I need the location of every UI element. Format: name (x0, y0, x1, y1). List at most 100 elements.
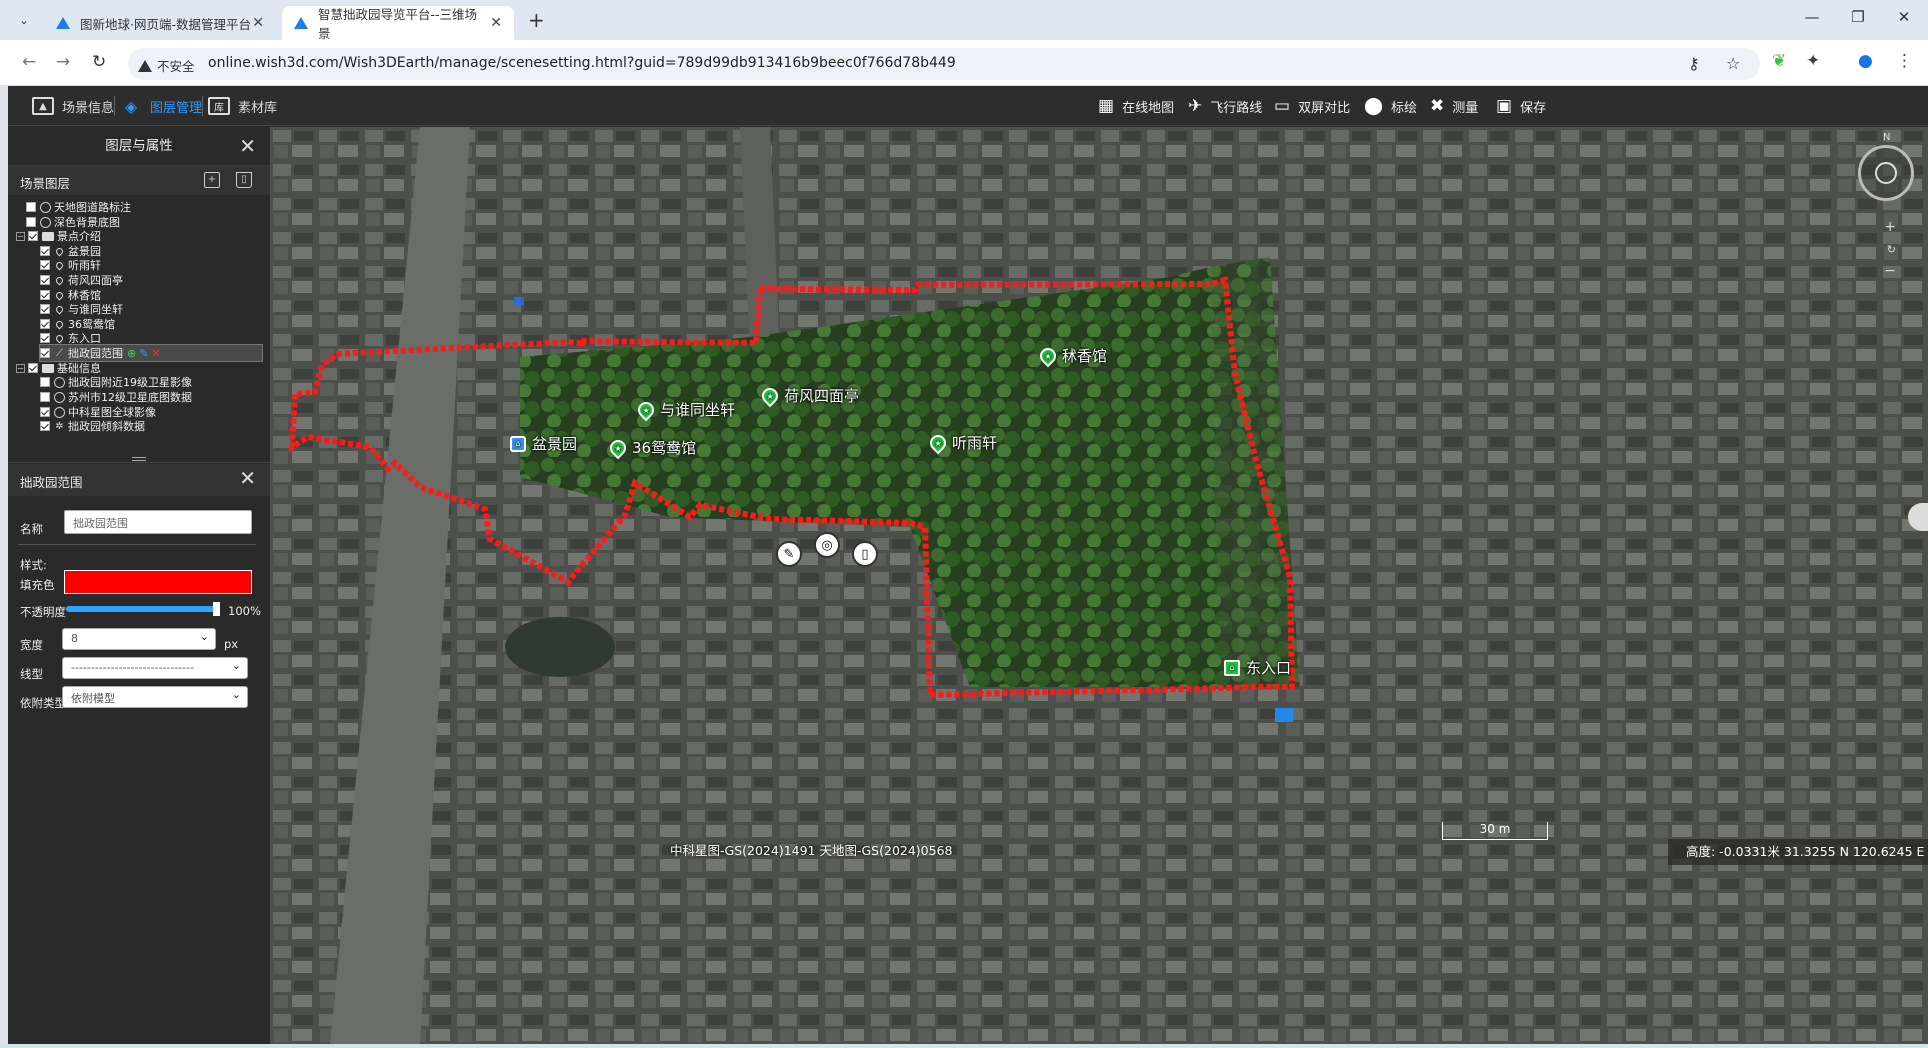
menu-layer-management[interactable]: ◈ 图层管理 (120, 86, 202, 126)
tree-item-label: 天地图道路标注 (54, 201, 131, 214)
menu-material-library[interactable]: 库 素材库 (208, 86, 277, 126)
layer-checkbox[interactable] (40, 275, 50, 285)
tool-online-map[interactable]: ▦ 在线地图 (1098, 86, 1174, 126)
attach-type-select[interactable]: 依附模型 ⌄ (62, 686, 248, 708)
layer-checkbox[interactable] (28, 363, 38, 373)
layer-checkbox[interactable] (40, 407, 50, 417)
slider-thumb[interactable] (213, 602, 220, 616)
extensions-puzzle-icon[interactable]: ✦ (1806, 51, 1820, 71)
add-folder-icon[interactable]: + (204, 172, 220, 188)
attach-type-value: 依附模型 (71, 692, 115, 705)
tab-close-icon[interactable]: ✕ (252, 15, 264, 31)
tree-item[interactable]: 苏州市12级卫星底图数据 (40, 389, 192, 405)
tree-item-label: 听雨轩 (68, 259, 101, 272)
tool-label: 在线地图 (1122, 100, 1175, 116)
tool-flight-route[interactable]: ✈ 飞行路线 (1188, 86, 1262, 126)
width-select[interactable]: 8 ⌄ (62, 628, 216, 650)
collapse-toggle[interactable]: − (16, 363, 25, 373)
poi-marker[interactable]: ⌂ 盆景园 (510, 433, 577, 454)
zoom-out-button[interactable]: − (1884, 263, 1896, 279)
menu-scene-info[interactable]: ▲ 场景信息 (32, 86, 114, 126)
layer-checkbox[interactable] (40, 319, 50, 329)
hide-shape-icon[interactable]: ◎ (814, 532, 840, 558)
opacity-slider[interactable] (66, 602, 220, 616)
tab-data-platform[interactable]: 图新地球·网页端-数据管理平台 ✕ (44, 6, 276, 40)
locate-icon[interactable]: ⊕ (127, 347, 136, 360)
tool-dual-screen[interactable]: ▭ 双屏对比 (1274, 86, 1350, 126)
layer-checkbox[interactable] (40, 304, 50, 314)
tool-plot[interactable]: ⬤ 标绘 (1364, 86, 1417, 126)
browser-menu-icon[interactable]: ⋮ (1896, 51, 1913, 71)
layer-checkbox[interactable] (26, 202, 36, 212)
building-marker-icon: ⌂ (510, 435, 526, 452)
properties-header: 拙政园范围 ✕ (8, 464, 270, 496)
delete-x-icon[interactable]: ✕ (151, 347, 160, 360)
edit-shape-icon[interactable]: ✎ (776, 541, 802, 567)
password-key-icon[interactable]: ⚷ (1688, 54, 1700, 73)
site-favicon-icon (294, 17, 308, 29)
tree-item-selected[interactable]: ⟋ 拙政园范围 ⊕ ✎ ✕ (39, 344, 263, 362)
tree-item[interactable]: 荷风四面亭 (40, 272, 123, 288)
layer-checkbox[interactable] (40, 290, 50, 300)
tree-item[interactable]: 拙政园附近19级卫星影像 (40, 374, 192, 390)
fill-color-swatch[interactable] (64, 570, 252, 594)
compass-control[interactable]: N (1858, 132, 1914, 201)
back-icon[interactable]: ← (22, 52, 36, 72)
tree-item[interactable]: ✲ 拙政园倾斜数据 (40, 418, 145, 434)
extension-leaf-icon[interactable]: ❦ (1772, 51, 1786, 71)
poi-marker[interactable]: ★ 听雨轩 (926, 431, 997, 454)
panel-close-icon[interactable]: ✕ (239, 127, 256, 165)
restore-button[interactable]: ❐ (1838, 8, 1878, 26)
security-indicator[interactable]: 不安全 (138, 56, 195, 75)
tool-label: 双屏对比 (1298, 100, 1351, 116)
tab-search-button[interactable]: ⌄ (14, 10, 34, 30)
bookmark-star-icon[interactable]: ☆ (1726, 54, 1740, 73)
browser-toolbar: ← → ↻ 不安全 online.wish3d.com/Wish3DEarth/… (0, 40, 1928, 86)
side-expand-tab[interactable] (1908, 503, 1928, 531)
layer-checkbox[interactable] (40, 392, 50, 402)
profile-avatar-icon[interactable]: ● (1858, 51, 1873, 71)
poi-marker[interactable]: ⌂ 东入口 (1224, 657, 1291, 678)
layer-checkbox[interactable] (40, 377, 50, 387)
map-viewport[interactable]: ★ 秫香馆 ★ 荷风四面亭 ★ 与谁同坐轩 ★ 听雨轩 ★ 36鸳鸯馆 ⌂ 盆景园 ⌂ 东入口… (270, 127, 1928, 1044)
layer-checkbox[interactable] (28, 231, 38, 241)
new-tab-button[interactable]: + (528, 8, 545, 32)
layer-checkbox[interactable] (26, 217, 36, 227)
layer-checkbox[interactable] (40, 333, 50, 343)
tab-scene-platform[interactable]: 智慧拙政园导览平台--三维场景 ✕ (282, 6, 514, 41)
name-input[interactable]: 拙政园范围 (64, 510, 252, 534)
tree-item[interactable]: 东入口 (40, 330, 101, 346)
layer-checkbox[interactable] (40, 421, 50, 431)
collapse-toggle[interactable]: − (16, 231, 25, 241)
poi-marker[interactable]: ★ 秫香馆 (1036, 344, 1107, 367)
poi-marker[interactable]: ★ 与谁同坐轩 (634, 398, 735, 421)
tool-save[interactable]: ▣ 保存 (1496, 86, 1546, 126)
edit-pencil-icon[interactable]: ✎ (139, 347, 148, 360)
tab-close-icon[interactable]: ✕ (490, 15, 502, 31)
opacity-value: 100% (228, 604, 261, 618)
tree-item[interactable]: 与谁同坐轩 (40, 301, 123, 317)
tree-folder[interactable]: − 景点介绍 (16, 228, 101, 244)
layer-checkbox[interactable] (40, 348, 50, 358)
poi-marker[interactable]: ★ 荷风四面亭 (758, 384, 859, 407)
window-close-button[interactable]: ✕ (1884, 8, 1924, 26)
tool-measure[interactable]: ✖ 测量 (1430, 86, 1478, 126)
tree-item[interactable]: 天地图道路标注 (26, 199, 131, 215)
url-text[interactable]: online.wish3d.com/Wish3DEarth/manage/sce… (208, 55, 956, 71)
minimize-button[interactable]: — (1792, 8, 1832, 26)
compass-center-icon (1875, 162, 1897, 184)
reload-icon[interactable]: ↻ (92, 52, 106, 72)
tree-item[interactable]: 听雨轩 (40, 257, 101, 273)
zoom-in-button[interactable]: + (1884, 219, 1896, 235)
layer-checkbox[interactable] (40, 246, 50, 256)
forward-icon[interactable]: → (56, 52, 70, 72)
poi-marker[interactable]: ★ 36鸳鸯馆 (606, 436, 696, 459)
reset-view-button[interactable]: ↻ (1887, 243, 1896, 256)
panel-splitter[interactable] (8, 455, 270, 463)
layer-checkbox[interactable] (40, 260, 50, 270)
delete-layer-icon[interactable]: ▯ (236, 172, 252, 188)
properties-close-icon[interactable]: ✕ (239, 466, 256, 490)
delete-shape-icon[interactable]: ▯ (852, 541, 878, 567)
line-type-select[interactable]: ------------------------------- ⌄ (62, 657, 248, 679)
address-bar[interactable]: 不安全 online.wish3d.com/Wish3DEarth/manage… (128, 48, 1760, 80)
